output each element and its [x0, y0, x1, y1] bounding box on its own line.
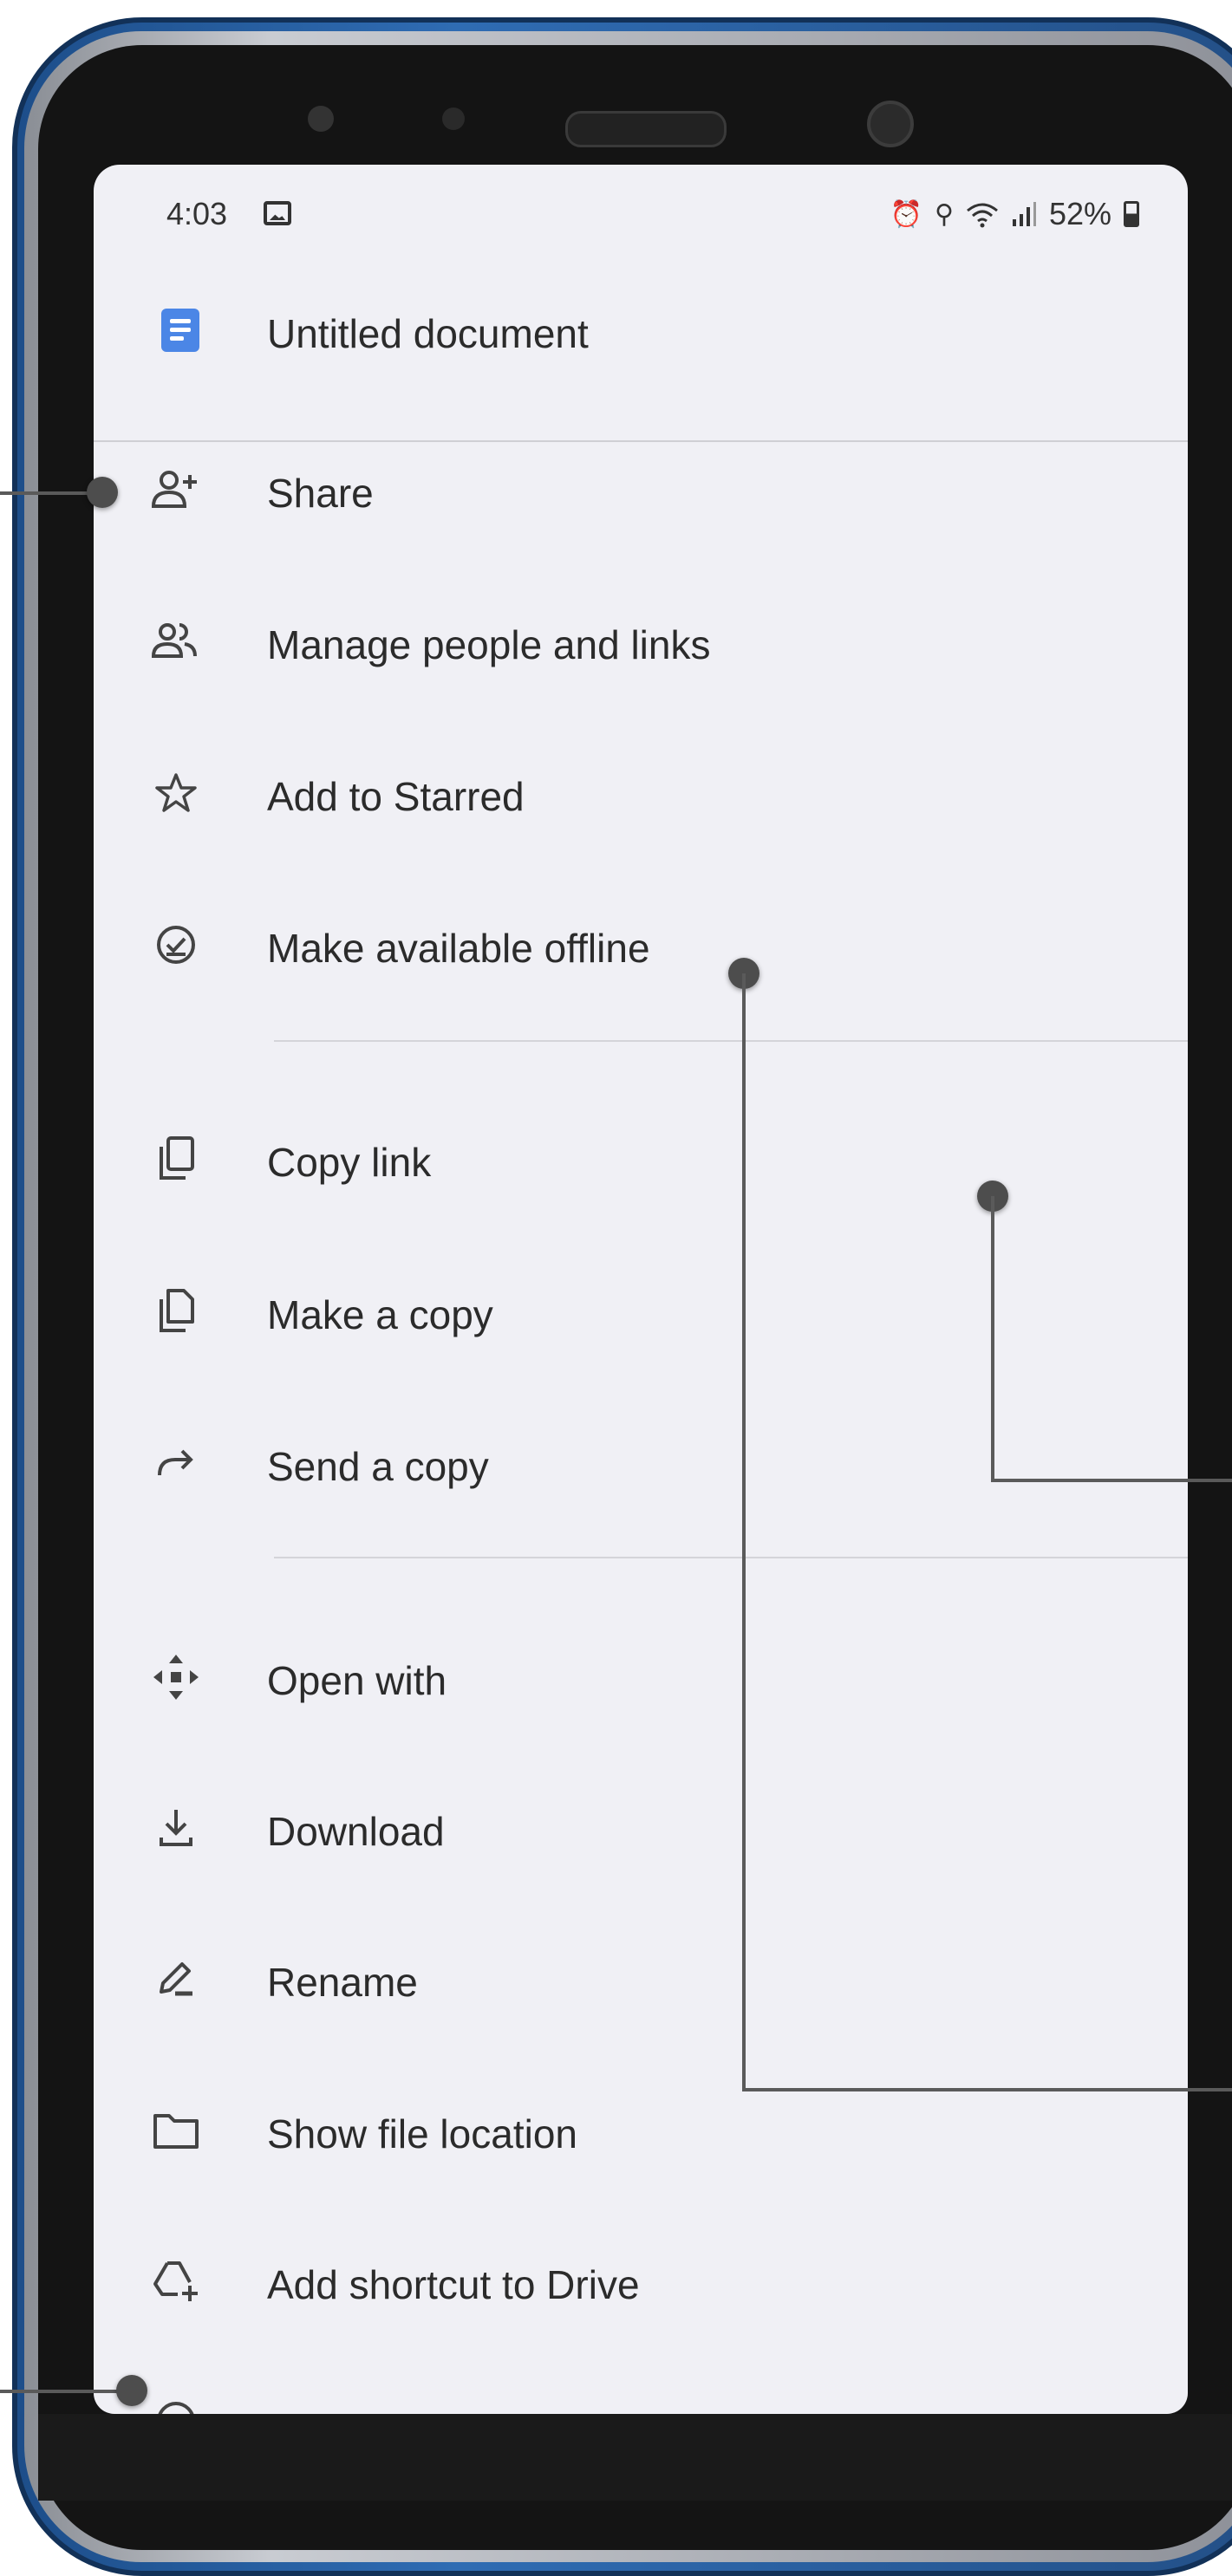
folder-icon [146, 2100, 206, 2161]
battery-icon [1124, 201, 1139, 227]
menu-item-file-location[interactable]: Show file location [94, 2083, 1188, 2178]
drive-shortcut-icon [146, 2251, 206, 2312]
menu-item-open-with[interactable]: Open with [94, 1630, 1188, 1725]
star-icon [146, 763, 206, 823]
callout-line-offline-vertical [742, 973, 746, 2091]
wifi-icon [966, 203, 998, 228]
menu-label-share: Share [267, 471, 374, 516]
info-icon [146, 2391, 206, 2414]
section-divider-1 [274, 1040, 1188, 1042]
status-bar: 4:03 ⏰ ⚲ 52% [94, 165, 1188, 234]
section-divider-2 [274, 1557, 1188, 1558]
status-time: 4:03 [166, 196, 228, 231]
docs-icon [161, 309, 199, 352]
menu-label-copy-link: Copy link [267, 1140, 432, 1185]
document-title: Untitled document [267, 311, 589, 356]
copy-icon [146, 1129, 206, 1189]
menu-item-download[interactable]: Download [94, 1780, 1188, 1876]
front-camera-icon [867, 101, 914, 147]
people-icon [146, 611, 206, 672]
menu-label-add-shortcut: Add shortcut to Drive [267, 2262, 640, 2307]
front-sensor-icon [308, 106, 334, 132]
proximity-sensor-icon [442, 107, 465, 130]
menu-item-copy-link[interactable]: Copy link [94, 1111, 1188, 1207]
image-icon [264, 201, 291, 225]
menu-item-add-shortcut[interactable]: Add shortcut to Drive [94, 2234, 1188, 2329]
callout-line-bottom [0, 2390, 127, 2393]
callout-line-share [0, 491, 101, 495]
person-add-icon [146, 459, 206, 520]
callout-line-offline-horizontal [742, 2088, 1232, 2091]
menu-item-share[interactable]: Share [94, 442, 1188, 537]
callout-line-copy-horizontal [991, 1479, 1232, 1482]
battery-percent: 52% [1048, 196, 1111, 231]
menu-item-rename[interactable]: Rename [94, 1931, 1188, 2026]
open-with-icon [146, 1647, 206, 1708]
pencil-icon [146, 1948, 206, 2009]
earpiece-speaker [565, 111, 727, 147]
menu-label-rename: Rename [267, 1960, 418, 2005]
location-icon: ⚲ [934, 199, 954, 229]
bottom-bezel [38, 2414, 1232, 2501]
alarm-icon: ⏰ [890, 199, 922, 229]
menu-item-send-copy[interactable]: Send a copy [94, 1415, 1188, 1511]
menu-label-make-offline: Make available offline [267, 926, 650, 971]
menu-label-file-location: Show file location [267, 2111, 577, 2156]
menu-item-make-offline[interactable]: Make available offline [94, 897, 1188, 992]
menu-label-send-copy: Send a copy [267, 1444, 489, 1489]
file-copy-icon [146, 1281, 206, 1342]
callout-dot-share [87, 477, 118, 508]
screen: 4:03 ⏰ ⚲ 52% Untitled document Share Man… [94, 165, 1188, 2414]
menu-label-manage-people: Manage people and links [267, 622, 711, 667]
menu-item-make-copy[interactable]: Make a copy [94, 1264, 1188, 1359]
menu-item-manage-people[interactable]: Manage people and links [94, 594, 1188, 689]
signal-icon [1012, 202, 1036, 226]
menu-item-add-starred[interactable]: Add to Starred [94, 745, 1188, 841]
menu-label-open-with: Open with [267, 1658, 447, 1703]
status-indicators: ⏰ ⚲ 52% [890, 196, 1139, 232]
forward-arrow-icon [146, 1433, 206, 1493]
document-header: Untitled document [94, 277, 1188, 390]
callout-line-copy-vertical [991, 1196, 994, 1482]
menu-label-make-copy: Make a copy [267, 1292, 493, 1337]
menu-label-add-starred: Add to Starred [267, 774, 525, 819]
offline-check-icon [146, 914, 206, 975]
menu-label-download: Download [267, 1809, 445, 1854]
menu-item-partial[interactable] [94, 2384, 1188, 2414]
callout-dot-bottom [116, 2375, 147, 2406]
download-icon [146, 1798, 206, 1858]
